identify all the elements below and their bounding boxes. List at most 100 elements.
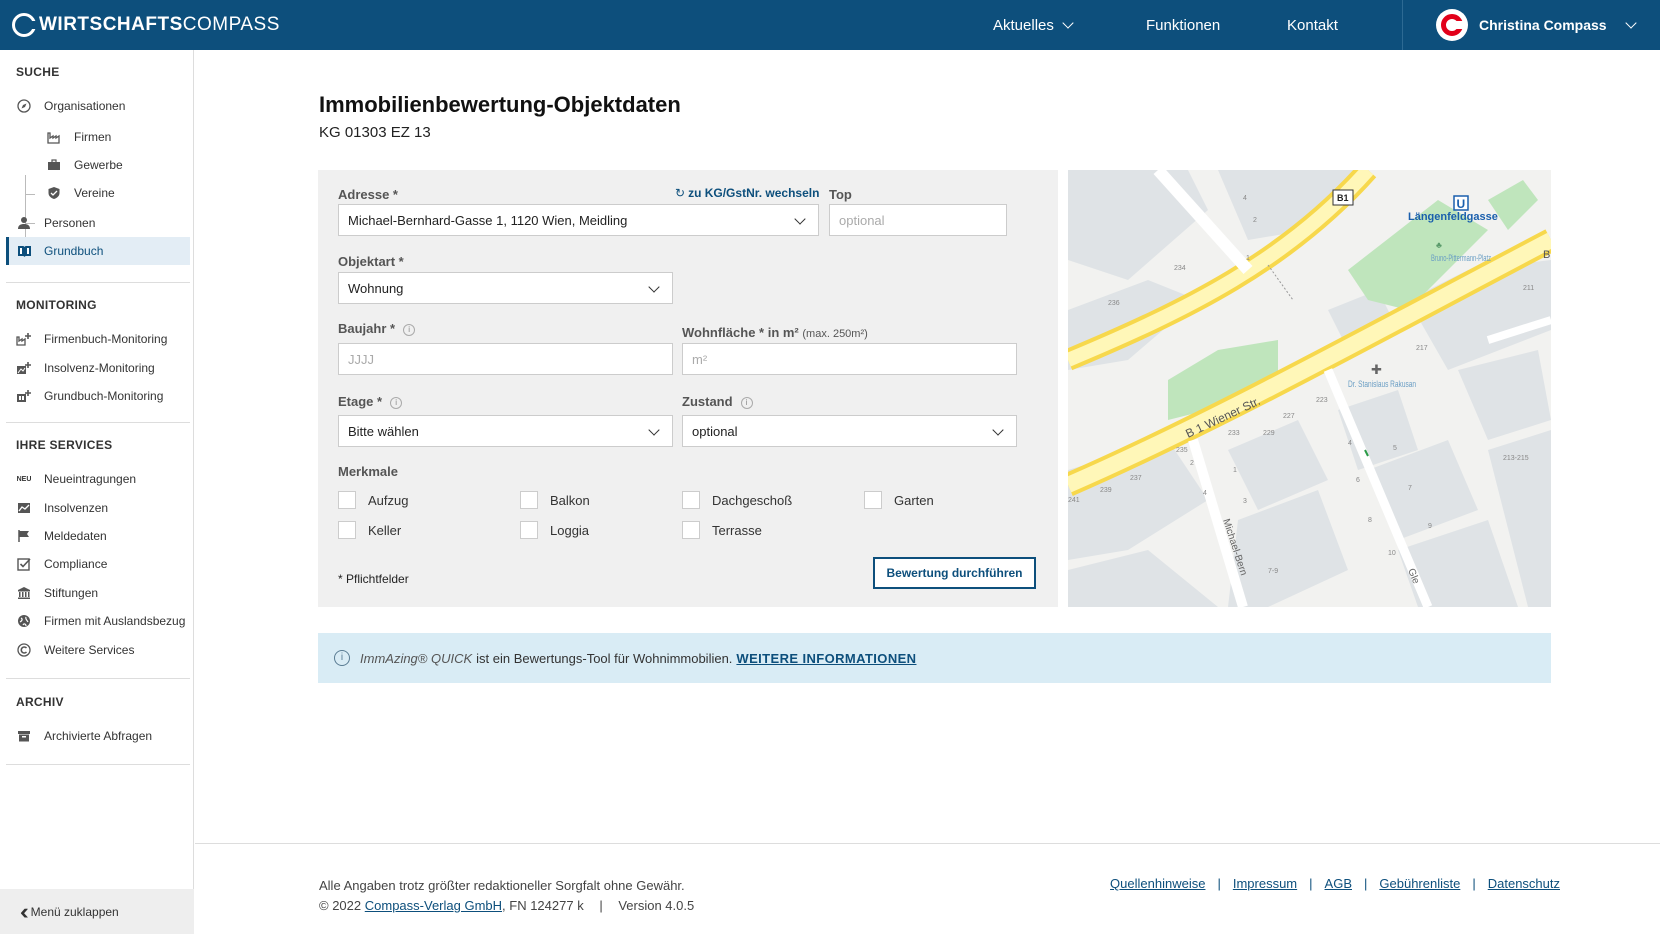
footer-link-quellenhinweise[interactable]: Quellenhinweise	[1110, 876, 1205, 891]
checkbox-label: Dachgeschoß	[712, 492, 793, 508]
wirtschaftscompass-logo[interactable]: WIRTSCHAFTS COMPASS	[12, 13, 280, 37]
more-info-link[interactable]: WEITERE INFORMATIONEN	[736, 651, 916, 666]
sidebar-item-organisationen[interactable]: Organisationen	[6, 92, 190, 120]
compass-icon	[16, 98, 32, 114]
map-house-number: 7-9	[1268, 568, 1278, 575]
map-house-number: 2	[1190, 460, 1194, 467]
object-data-form: Adresse * ↻ zu KG/GstNr. wechseln Michael…	[318, 170, 1058, 607]
info-banner: i ImmAzing® QUICK ist ein Bewertungs-Too…	[318, 633, 1551, 683]
checkbox-label: Terrasse	[712, 522, 762, 538]
sidebar-item-label: Firmenbuch-Monitoring	[44, 332, 168, 346]
wohnflaeche-label: Wohnfläche * in m²	[682, 325, 799, 340]
nav-aktuelles[interactable]: Aktuelles	[993, 0, 1074, 50]
shield-icon	[46, 185, 62, 201]
wohnflaeche-input[interactable]: m²	[682, 343, 1017, 375]
switch-kg-link[interactable]: ↻ zu KG/GstNr. wechseln	[675, 186, 819, 200]
zustand-select[interactable]: optional	[682, 415, 1017, 447]
footer-link-impressum[interactable]: Impressum	[1233, 876, 1297, 891]
checkbox-loggia[interactable]: Loggia	[520, 521, 589, 539]
sidebar-item-auslandsbezug[interactable]: Firmen mit Auslandsbezug	[6, 607, 190, 635]
checkbox-terrasse[interactable]: Terrasse	[682, 521, 762, 539]
adresse-select[interactable]: Michael-Bernhard-Gasse 1, 1120 Wien, Mei…	[338, 204, 819, 236]
page-title: Immobilienbewertung-Objektdaten	[319, 92, 681, 117]
checkbox-box[interactable]	[338, 491, 356, 509]
user-menu[interactable]: Christina Compass	[1402, 0, 1660, 50]
sidebar-item-label: Gewerbe	[74, 158, 123, 172]
sidebar-item-firmen[interactable]: Firmen	[6, 123, 190, 151]
checkbox-icon	[16, 556, 32, 572]
checkbox-box[interactable]	[520, 491, 538, 509]
chevron-down-icon	[1624, 16, 1637, 29]
footer-link-separator: |	[1364, 876, 1368, 891]
sidebar-item-firmenbuch-monitoring[interactable]: Firmenbuch-Monitoring	[6, 325, 190, 353]
sidebar-item-weitere-services[interactable]: Weitere Services	[6, 636, 190, 664]
collapse-menu-button[interactable]: ‹‹ Menü zuklappen	[0, 889, 194, 934]
sidebar-item-meldedaten[interactable]: Meldedaten	[6, 522, 190, 550]
nav-funktionen[interactable]: Funktionen	[1146, 0, 1220, 50]
checkbox-label: Loggia	[550, 522, 590, 538]
sidebar-item-insolvenz-monitoring[interactable]: Insolvenz-Monitoring	[6, 354, 190, 382]
park-label: Bruno-Pittermann-Platz	[1431, 253, 1491, 263]
chevron-down-icon	[992, 424, 1004, 436]
zustand-label: Zustand	[682, 394, 733, 409]
logo-text-light: COMPASS	[182, 14, 280, 35]
chevron-down-icon	[648, 281, 660, 293]
nav-kontakt[interactable]: Kontakt	[1287, 0, 1338, 50]
map-house-number: 3	[1243, 498, 1247, 505]
footer-link-gebuehrenliste[interactable]: Gebührenliste	[1379, 876, 1460, 891]
top-input[interactable]: optional	[829, 204, 1007, 236]
baujahr-input[interactable]: JJJJ	[338, 343, 673, 375]
wohnflaeche-hint: (max. 250m²)	[802, 328, 868, 340]
footer-link-agb[interactable]: AGB	[1325, 876, 1352, 891]
sidebar-item-grundbuch-monitoring[interactable]: Grundbuch-Monitoring	[6, 382, 190, 410]
sidebar-item-archivierte-abfragen[interactable]: Archivierte Abfragen	[6, 722, 190, 750]
grundbuch-monitor-icon	[16, 388, 32, 404]
sidebar-item-compliance[interactable]: Compliance	[6, 550, 190, 578]
sidebar-item-label: Insolvenz-Monitoring	[44, 361, 155, 375]
footer-link-separator: |	[1217, 876, 1221, 891]
sidebar-item-stiftungen[interactable]: Stiftungen	[6, 579, 190, 607]
firmenbuch-monitor-icon	[16, 331, 32, 347]
sidebar-item-label: Weitere Services	[44, 643, 135, 657]
map-house-number: 236	[1108, 300, 1120, 307]
checkbox-keller[interactable]: Keller	[338, 521, 401, 539]
wohnflaeche-placeholder: m²	[692, 351, 708, 367]
avatar	[1436, 9, 1468, 41]
info-icon[interactable]: i	[403, 323, 416, 336]
location-map[interactable]: 4 2 234 236 1 211 217 223 227 229 233 23…	[1068, 170, 1551, 607]
checkbox-aufzug[interactable]: Aufzug	[338, 491, 408, 509]
sidebar-item-neueintragungen[interactable]: NEU Neueintragungen	[6, 465, 190, 493]
switch-kg-label: zu KG/GstNr. wechseln	[688, 186, 820, 200]
etage-select[interactable]: Bitte wählen	[338, 415, 673, 447]
checkbox-box[interactable]	[682, 521, 700, 539]
sidebar-item-gewerbe[interactable]: Gewerbe	[6, 151, 190, 179]
checkbox-box[interactable]	[864, 491, 882, 509]
checkbox-garten[interactable]: Garten	[864, 491, 934, 509]
sidebar-item-insolvenzen[interactable]: Insolvenzen	[6, 494, 190, 522]
sidebar-item-personen[interactable]: Personen	[6, 209, 190, 237]
map-house-number: 227	[1283, 413, 1295, 420]
checkbox-label: Keller	[368, 522, 402, 538]
checkbox-box[interactable]	[520, 521, 538, 539]
sidebar-item-vereine[interactable]: Vereine	[6, 179, 190, 207]
info-icon[interactable]: i	[740, 396, 753, 409]
globe-icon	[16, 613, 32, 629]
objektart-select[interactable]: Wohnung	[338, 272, 673, 304]
checkbox-dachgeschoss[interactable]: Dachgeschoß	[682, 491, 792, 509]
baujahr-label: Baujahr *	[338, 321, 396, 336]
checkbox-balkon[interactable]: Balkon	[520, 491, 590, 509]
company-link[interactable]: Compass-Verlag GmbH	[365, 898, 502, 913]
book-icon	[16, 243, 32, 259]
checkbox-box[interactable]	[338, 521, 356, 539]
footer-legal: Alle Angaben trotz größter redaktionelle…	[319, 876, 694, 916]
compass-c-icon	[16, 642, 32, 658]
footer-link-datenschutz[interactable]: Datenschutz	[1488, 876, 1560, 891]
sidebar-item-grundbuch[interactable]: Grundbuch	[6, 237, 190, 265]
sidebar-item-label: Grundbuch	[44, 244, 104, 258]
submit-valuation-button[interactable]: Bewertung durchführen	[873, 557, 1036, 589]
info-icon[interactable]: i	[390, 396, 403, 409]
edge-street-label: B	[1543, 249, 1550, 261]
checkbox-box[interactable]	[682, 491, 700, 509]
map-house-number: 8	[1368, 517, 1372, 524]
map-house-number: 7	[1408, 485, 1412, 492]
